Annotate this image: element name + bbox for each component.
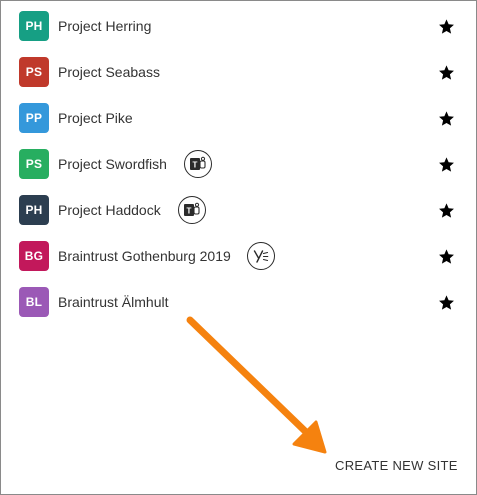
star-icon[interactable] — [438, 18, 455, 35]
site-avatar: PH — [19, 11, 49, 41]
site-row-braintrust-gothenburg-2019[interactable]: BG Braintrust Gothenburg 2019 — [1, 233, 476, 279]
star-icon[interactable] — [438, 156, 455, 173]
yammer-icon — [247, 242, 275, 270]
site-row-project-swordfish[interactable]: PS Project Swordfish T — [1, 141, 476, 187]
site-avatar: PH — [19, 195, 49, 225]
site-row-project-haddock[interactable]: PH Project Haddock T — [1, 187, 476, 233]
star-icon[interactable] — [438, 248, 455, 265]
site-name: Project Swordfish — [58, 156, 167, 172]
teams-icon: T — [184, 150, 212, 178]
star-icon[interactable] — [438, 202, 455, 219]
star-icon[interactable] — [438, 294, 455, 311]
site-name: Project Pike — [58, 110, 133, 126]
site-name: Braintrust Gothenburg 2019 — [58, 248, 231, 264]
create-new-site-button[interactable]: CREATE NEW SITE — [333, 456, 460, 475]
site-avatar: PS — [19, 149, 49, 179]
site-row-project-herring[interactable]: PH Project Herring — [1, 3, 476, 49]
site-avatar: BL — [19, 287, 49, 317]
site-name: Project Seabass — [58, 64, 160, 80]
site-name: Project Herring — [58, 18, 152, 34]
star-icon[interactable] — [438, 64, 455, 81]
site-list-panel: PH Project Herring PS Project Seabass PP… — [0, 0, 477, 495]
site-row-project-pike[interactable]: PP Project Pike — [1, 95, 476, 141]
site-row-braintrust-almhult[interactable]: BL Braintrust Älmhult — [1, 279, 476, 325]
site-avatar: BG — [19, 241, 49, 271]
site-avatar: PP — [19, 103, 49, 133]
site-row-project-seabass[interactable]: PS Project Seabass — [1, 49, 476, 95]
site-avatar: PS — [19, 57, 49, 87]
svg-text:T: T — [187, 207, 192, 216]
site-name: Project Haddock — [58, 202, 161, 218]
star-icon[interactable] — [438, 110, 455, 127]
svg-text:T: T — [193, 161, 198, 170]
teams-icon: T — [178, 196, 206, 224]
site-name: Braintrust Älmhult — [58, 294, 169, 310]
